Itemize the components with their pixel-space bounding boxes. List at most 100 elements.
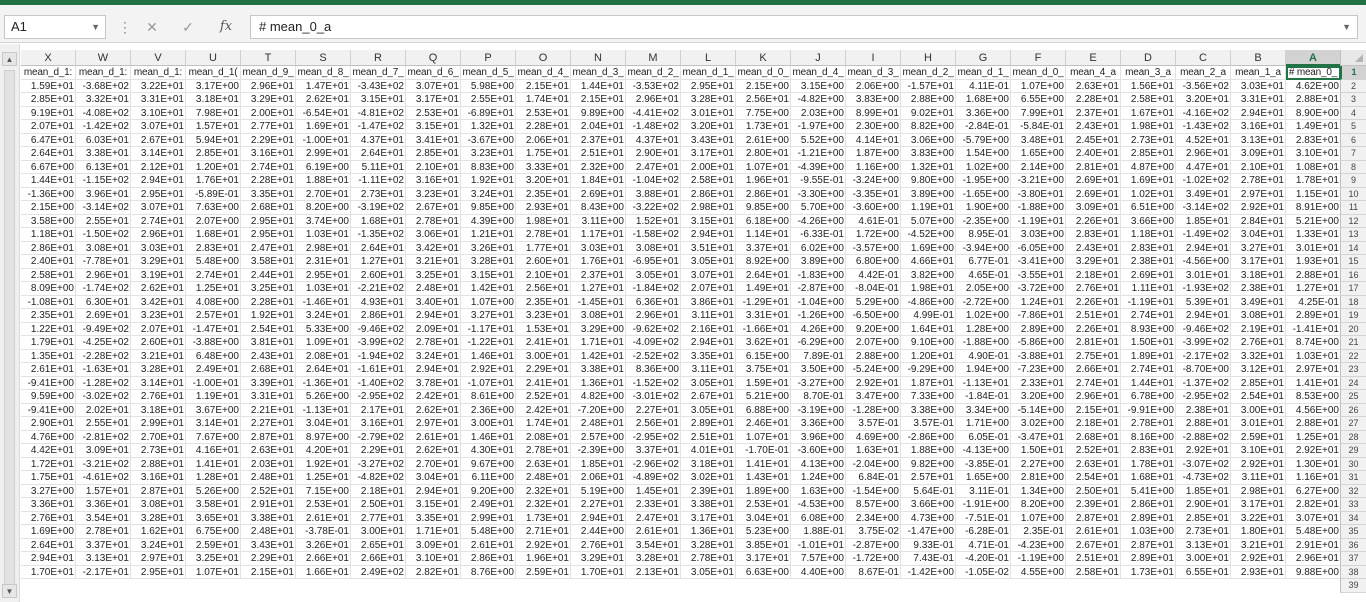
cell-v20[interactable]: 2.07E+01	[131, 322, 186, 336]
cell-g23[interactable]: 1.94E+00	[956, 363, 1011, 377]
cell-f37[interactable]: -1.19E+00	[1011, 552, 1066, 566]
cell-x13[interactable]: 1.18E+01	[21, 228, 76, 242]
cell-g16[interactable]: 4.65E-01	[956, 268, 1011, 282]
cell-o36[interactable]: 2.92E+01	[516, 538, 571, 552]
cell-h4[interactable]: 9.02E+01	[901, 106, 956, 120]
cell-u21[interactable]: -3.88E+00	[186, 336, 241, 350]
cell-b12[interactable]: 2.84E+01	[1231, 214, 1286, 228]
cell-k36[interactable]: 3.85E+01	[736, 538, 791, 552]
cell-k31[interactable]: 1.43E+01	[736, 471, 791, 485]
cell-t3[interactable]: 3.29E+01	[241, 93, 296, 107]
cell-u35[interactable]: 6.75E+00	[186, 525, 241, 539]
cell-v23[interactable]: 3.28E+01	[131, 363, 186, 377]
cell-d9[interactable]: 1.69E+01	[1121, 174, 1176, 188]
cell-q22[interactable]: 3.24E+01	[406, 349, 461, 363]
cell-p4[interactable]: -6.89E+01	[461, 106, 516, 120]
cell-b2[interactable]: 3.03E+01	[1231, 79, 1286, 93]
cell-m1[interactable]: mean_d_2_	[626, 66, 681, 80]
cell-i14[interactable]: -3.57E+00	[846, 241, 901, 255]
cell-f18[interactable]: 1.24E+01	[1011, 295, 1066, 309]
cell-e37[interactable]: 2.51E+01	[1066, 552, 1121, 566]
column-header-r[interactable]: R	[351, 50, 406, 66]
cell-n36[interactable]: 2.76E+01	[571, 538, 626, 552]
cell-m7[interactable]: 2.90E+01	[626, 147, 681, 161]
cell-k33[interactable]: 2.53E+01	[736, 498, 791, 512]
cell-b28[interactable]: 2.59E+01	[1231, 430, 1286, 444]
cell-k12[interactable]: 6.18E+00	[736, 214, 791, 228]
row-header-14[interactable]: 14	[1340, 241, 1366, 255]
cell-v3[interactable]: 3.31E+01	[131, 93, 186, 107]
cell-n12[interactable]: 3.11E+00	[571, 214, 626, 228]
cell-i5[interactable]: 2.30E+00	[846, 120, 901, 134]
cell-t10[interactable]: 3.35E+01	[241, 187, 296, 201]
cell-l14[interactable]: 3.51E+01	[681, 241, 736, 255]
cell-p14[interactable]: 3.26E+01	[461, 241, 516, 255]
cell-s1[interactable]: mean_d_8_	[296, 66, 351, 80]
cell-c12[interactable]: 1.85E+01	[1176, 214, 1231, 228]
cell-f5[interactable]: -5.84E-01	[1011, 120, 1066, 134]
cell-q4[interactable]: 2.53E+01	[406, 106, 461, 120]
cell-a21[interactable]: 8.74E+00	[1286, 336, 1340, 350]
chevron-down-icon[interactable]: ▼	[1342, 16, 1351, 38]
cell-b15[interactable]: 3.17E+01	[1231, 255, 1286, 269]
cell-i20[interactable]: 9.20E+00	[846, 322, 901, 336]
cell-s28[interactable]: 8.97E+00	[296, 430, 351, 444]
cell-e15[interactable]: 3.29E+01	[1066, 255, 1121, 269]
cell-v13[interactable]: 2.96E+01	[131, 228, 186, 242]
cell-h32[interactable]: 5.64E-01	[901, 484, 956, 498]
cell-e14[interactable]: 2.43E+01	[1066, 241, 1121, 255]
cell-q8[interactable]: 2.10E+01	[406, 160, 461, 174]
cell-e13[interactable]: 2.83E+01	[1066, 228, 1121, 242]
cell-b29[interactable]: 3.10E+01	[1231, 444, 1286, 458]
cell-n28[interactable]: 2.57E+00	[571, 430, 626, 444]
cell-m8[interactable]: 2.47E+01	[626, 160, 681, 174]
row-header-37[interactable]: 37	[1340, 552, 1366, 566]
cell-o34[interactable]: 1.73E+01	[516, 511, 571, 525]
cell-u38[interactable]: 1.07E+01	[186, 565, 241, 579]
cell-j14[interactable]: 6.02E+00	[791, 241, 846, 255]
cell-f2[interactable]: 1.07E+00	[1011, 79, 1066, 93]
cell-a32[interactable]: 6.27E+00	[1286, 485, 1340, 498]
cell-b16[interactable]: 3.18E+01	[1231, 268, 1286, 282]
cell-h18[interactable]: -4.86E+00	[901, 295, 956, 309]
cell-l31[interactable]: 3.02E+01	[681, 471, 736, 485]
cell-j34[interactable]: 6.08E+00	[791, 511, 846, 525]
cell-d8[interactable]: 4.87E+00	[1121, 160, 1176, 174]
cell-p32[interactable]: 9.20E+00	[461, 484, 516, 498]
cell-b25[interactable]: 2.54E+01	[1231, 390, 1286, 404]
cell-x30[interactable]: 1.72E+01	[21, 457, 76, 471]
cell-e35[interactable]: 2.61E+01	[1066, 525, 1121, 539]
cell-h28[interactable]: -2.86E+00	[901, 430, 956, 444]
cell-i8[interactable]: 1.16E+00	[846, 160, 901, 174]
cell-w12[interactable]: 2.55E+01	[76, 214, 131, 228]
cell-o1[interactable]: mean_d_4_	[516, 66, 571, 80]
cell-h5[interactable]: 8.82E+00	[901, 120, 956, 134]
cell-r14[interactable]: 2.64E+01	[351, 241, 406, 255]
cell-w38[interactable]: -2.17E+01	[76, 565, 131, 579]
scroll-down-arrow-icon[interactable]: ▼	[2, 584, 17, 598]
cell-f11[interactable]: -1.88E+00	[1011, 201, 1066, 215]
cell-o3[interactable]: 1.74E+01	[516, 93, 571, 107]
cell-v5[interactable]: 3.07E+01	[131, 120, 186, 134]
cell-v38[interactable]: 2.95E+01	[131, 565, 186, 579]
cell-p9[interactable]: 1.92E+01	[461, 174, 516, 188]
cell-i29[interactable]: 1.63E+01	[846, 444, 901, 458]
cell-k19[interactable]: 3.31E+01	[736, 309, 791, 323]
cell-t24[interactable]: 3.39E+01	[241, 376, 296, 390]
cell-l16[interactable]: 3.07E+01	[681, 268, 736, 282]
cell-t35[interactable]: 2.48E+01	[241, 525, 296, 539]
cell-w32[interactable]: 1.57E+01	[76, 484, 131, 498]
cell-i18[interactable]: 5.29E+00	[846, 295, 901, 309]
cell-h1[interactable]: mean_d_2_	[901, 66, 956, 80]
cell-x21[interactable]: 1.79E+01	[21, 336, 76, 350]
cell-w24[interactable]: -1.28E+02	[76, 376, 131, 390]
cell-l12[interactable]: 3.15E+01	[681, 214, 736, 228]
cell-x28[interactable]: 4.76E+00	[21, 430, 76, 444]
row-header-38[interactable]: 38	[1340, 565, 1366, 579]
cell-c23[interactable]: -8.70E+00	[1176, 363, 1231, 377]
cell-m12[interactable]: 1.52E+01	[626, 214, 681, 228]
cell-b17[interactable]: 2.38E+01	[1231, 282, 1286, 296]
cell-j37[interactable]: 7.57E+00	[791, 552, 846, 566]
cell-d1[interactable]: mean_3_a	[1121, 66, 1176, 80]
cell-a15[interactable]: 1.93E+01	[1286, 255, 1340, 269]
